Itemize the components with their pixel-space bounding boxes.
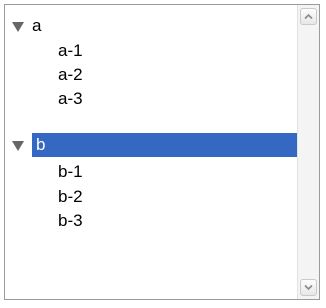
tree-node-label: b-3	[58, 211, 83, 230]
tree-node-label: a-1	[58, 41, 83, 60]
tree-view[interactable]: a a-1 a-2 a-3 b b-1 b-2 b-3	[4, 4, 320, 300]
tree-node-a[interactable]: a	[5, 14, 297, 38]
tree-node-label: b	[36, 135, 46, 154]
tree-node-b-3[interactable]: b-3	[5, 209, 297, 233]
tree-node-label: a-2	[58, 65, 83, 84]
vertical-scrollbar[interactable]	[297, 5, 319, 299]
selection-highlight	[32, 133, 297, 157]
tree-node-a-1[interactable]: a-1	[5, 39, 297, 63]
tree-node-label: b-2	[58, 187, 83, 206]
tree-node-b-2[interactable]: b-2	[5, 185, 297, 209]
chevron-up-icon	[304, 13, 313, 20]
tree-node-a-3[interactable]: a-3	[5, 87, 297, 111]
tree-node-label: a-3	[58, 89, 83, 108]
triangle-down-icon[interactable]	[12, 22, 24, 32]
tree-node-b[interactable]: b	[5, 133, 297, 157]
scroll-down-button[interactable]	[300, 279, 317, 296]
tree-node-a-2[interactable]: a-2	[5, 63, 297, 87]
tree-node-label: b-1	[58, 162, 83, 181]
tree-content: a a-1 a-2 a-3 b b-1 b-2 b-3	[5, 5, 297, 299]
tree-node-label: a	[32, 16, 42, 35]
tree-node-b-1[interactable]: b-1	[5, 160, 297, 184]
scroll-up-button[interactable]	[300, 8, 317, 25]
chevron-down-icon	[304, 284, 313, 291]
triangle-down-icon[interactable]	[12, 141, 24, 151]
